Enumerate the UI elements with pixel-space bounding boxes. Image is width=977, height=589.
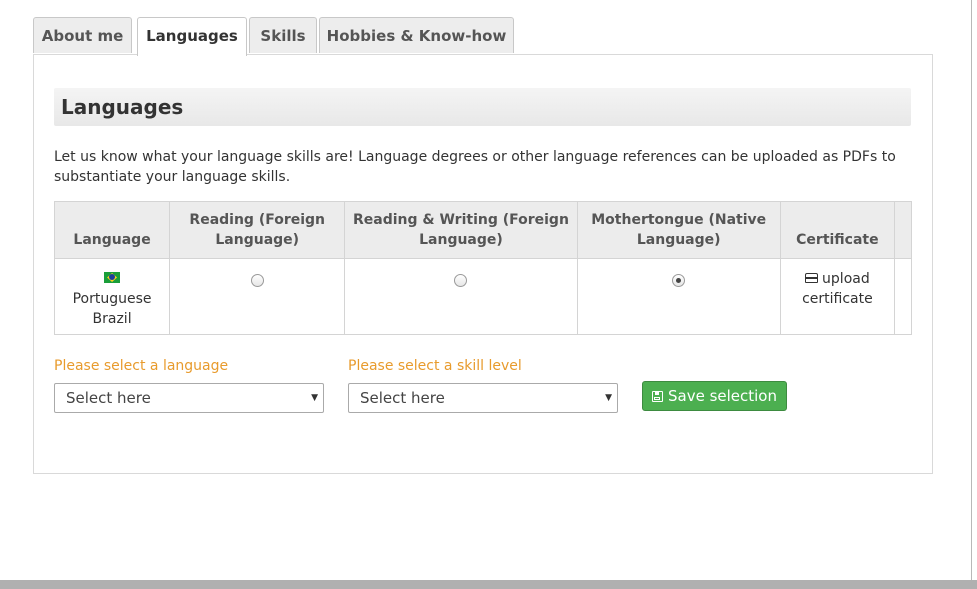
mothertongue-radio[interactable] [672, 274, 686, 287]
reading-writing-radio[interactable] [454, 274, 468, 287]
language-cell: Portuguese Brazil [53, 258, 170, 335]
reading-cell [169, 258, 345, 335]
header-spacer [893, 201, 913, 259]
header-language: Language [53, 201, 170, 259]
table-row: Portuguese Brazil upload certificate [53, 258, 913, 335]
header-reading: Reading (Foreign Language) [169, 201, 345, 259]
reading-writing-cell [344, 258, 578, 335]
save-selection-button[interactable]: Save selection [642, 381, 787, 411]
language-select-value: Select here [66, 389, 151, 407]
language-name: Portuguese Brazil [72, 291, 152, 327]
tab-skills[interactable]: Skills [249, 17, 317, 53]
languages-panel: Languages Let us know what your language… [33, 54, 933, 474]
reading-radio[interactable] [250, 274, 264, 287]
window-bottom-scrollbar[interactable] [0, 580, 977, 589]
inbox-icon [805, 273, 819, 283]
header-certificate: Certificate [779, 201, 895, 259]
table-header-row: Language Reading (Foreign Language) Read… [53, 201, 913, 259]
intro-text: Let us know what your language skills ar… [54, 149, 896, 185]
upload-certificate-link[interactable]: upload certificate [802, 271, 873, 307]
spacer-cell [893, 258, 913, 335]
tab-about-me[interactable]: About me [33, 17, 132, 53]
tab-hobbies-know-how[interactable]: Hobbies & Know-how [319, 17, 514, 53]
section-title: Languages [54, 88, 911, 126]
skill-select-label: Please select a skill level [348, 358, 522, 374]
tab-languages[interactable]: Languages [137, 17, 247, 56]
skill-select-value: Select here [360, 389, 445, 407]
language-select[interactable]: Select here ▼ [54, 383, 324, 413]
chevron-down-icon: ▼ [311, 393, 318, 403]
header-mothertongue: Mothertongue (Native Language) [576, 201, 781, 259]
mothertongue-cell [576, 258, 781, 335]
language-select-label: Please select a language [54, 358, 229, 374]
languages-table: Language Reading (Foreign Language) Read… [53, 201, 913, 335]
chevron-down-icon: ▼ [605, 393, 612, 403]
floppy-disk-icon [651, 391, 663, 402]
window-right-edge [971, 0, 977, 580]
save-selection-label: Save selection [667, 387, 777, 405]
skill-level-select[interactable]: Select here ▼ [348, 383, 618, 413]
certificate-cell: upload certificate [779, 258, 895, 335]
header-reading-writing: Reading & Writing (Foreign Language) [344, 201, 578, 259]
brazil-flag-icon [104, 272, 121, 283]
